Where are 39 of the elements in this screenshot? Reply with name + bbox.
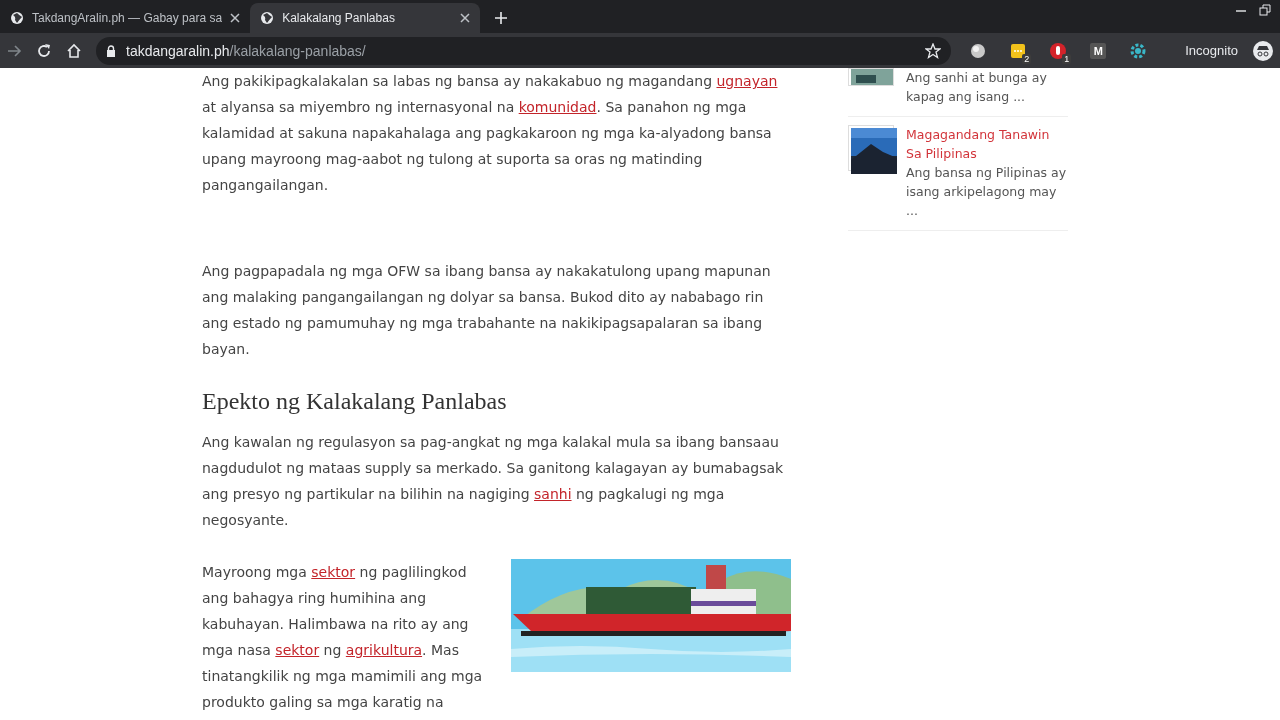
profile-label[interactable]: Incognito xyxy=(1185,43,1238,58)
incognito-icon xyxy=(1252,39,1274,62)
link[interactable]: agrikultura xyxy=(345,642,423,658)
section-heading: Epekto ng Kalakalang Panlabas xyxy=(202,388,508,415)
gear-icon xyxy=(1129,41,1148,60)
post-excerpt: Ang sanhi at bunga ay kapag ang isang ... xyxy=(906,69,1048,106)
star-icon[interactable] xyxy=(925,42,942,59)
link[interactable]: ugnayan xyxy=(716,73,778,89)
home-icon[interactable] xyxy=(66,42,82,59)
post-title-link[interactable]: Magagandang Tanawin Sa Pilipinas xyxy=(906,125,1068,163)
badge-count: 2 xyxy=(1022,53,1032,64)
close-icon[interactable] xyxy=(460,13,471,23)
link[interactable]: sektor xyxy=(275,642,320,658)
lock-icon xyxy=(106,44,116,57)
extension-button[interactable]: 1 xyxy=(1045,37,1072,64)
link[interactable]: sektor xyxy=(311,564,356,580)
plus-icon[interactable] xyxy=(494,11,509,25)
badge-count: 1 xyxy=(1062,53,1072,64)
paragraph: Ang pakikipagkalakalan sa labas ng bansa ay nakakabuo ng magandang ugnayan at alyansa sa miyembro ng internasyonal na komunidad. Sa panahon ng mga kalamidad at sakuna napakahalaga ang pagkakaroon ng mga ka-alyadong bansa upang mayroong mag-aabot ng tulong at suporta sa oras ng matinding pangangailangan. xyxy=(202,72,779,195)
url-text: takdangaralin.ph/kalakalang-panlabas/ xyxy=(126,42,366,59)
browser-tab[interactable]: TakdangAralin.ph — Gabay para sa xyxy=(0,3,251,33)
address-bar[interactable]: takdangaralin.ph/kalakalang-panlabas/ xyxy=(96,36,952,65)
globe-icon xyxy=(10,11,24,25)
paragraph: Ang pagpapadala ng mga OFW sa ibang bansa ay nakakatulong upang mapunan ang malaking pangangailangan ng dolyar sa bansa. Bukod dito ay nababago rin ang estado ng pamumuhay ng mga trabahante na nakikipagsapalaran sa ibang bayan. xyxy=(202,262,772,359)
post-excerpt: Ang bansa ng Pilipinas ay isang arkipelagong may ... xyxy=(906,164,1068,220)
restore-icon[interactable] xyxy=(1258,4,1272,16)
paragraph: Ang kawalan ng regulasyon sa pag-angkat ng mga kalakal mula sa ibang bansaau nagdudulot ng mataas supply sa merkado. Sa ganitong kalagayan ay bumabagsak ang presyo ng partikular na bilihin na nagiging sanhi ng pagkalugi ng mga negosyante. xyxy=(202,433,785,530)
extension-button[interactable]: M xyxy=(1085,37,1112,64)
ball-icon xyxy=(969,41,988,60)
browser-tab[interactable]: Kalakalang Panlabas xyxy=(250,3,481,33)
reload-icon[interactable] xyxy=(36,42,52,59)
forward-icon[interactable] xyxy=(6,42,22,59)
globe-icon xyxy=(260,11,275,25)
note-icon xyxy=(1009,41,1028,60)
paragraph: Mayroong mga sektor ng paglilingkod ang bahagya ring humihina ang kabuhayan. Halimbawa na rito ay ang mga nasa sektor ng agrikultura. Mas tinatangkilik ng mga mamimili ang mga produkto galing sa mga karatig na xyxy=(202,563,484,712)
link[interactable]: komunidad xyxy=(518,99,597,115)
close-icon[interactable] xyxy=(230,13,241,23)
link[interactable]: sanhi xyxy=(534,486,572,502)
extension-button[interactable]: 2 xyxy=(1005,37,1032,64)
